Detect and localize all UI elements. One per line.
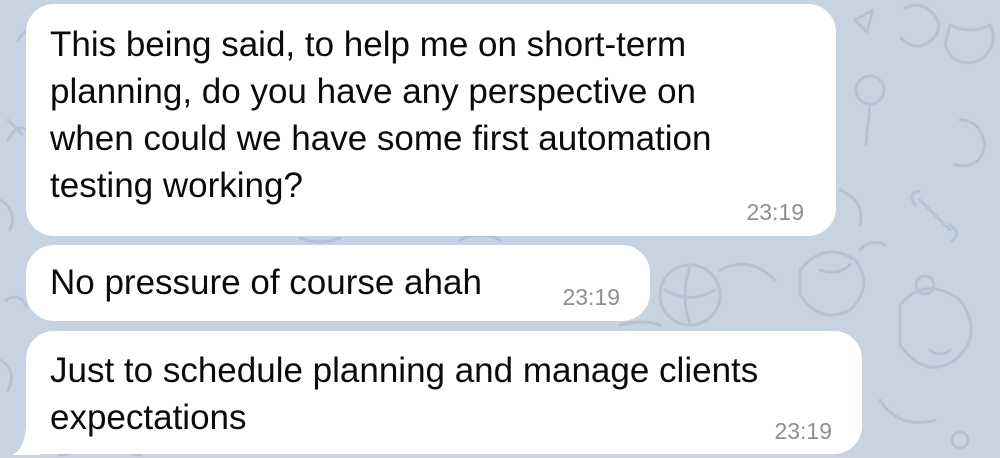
message-text: No pressure of course ahah — [50, 263, 482, 302]
message-bubble[interactable]: No pressure of course ahah 23:19 — [26, 245, 650, 321]
message-timestamp: 23:19 — [746, 199, 804, 225]
message-bubble[interactable]: Just to schedule planning and manage cli… — [26, 331, 862, 454]
message-timestamp: 23:19 — [774, 418, 832, 444]
message-text: Just to schedule planning and manage cli… — [50, 351, 759, 437]
message-bubble[interactable]: This being said, to help me on short-ter… — [26, 4, 836, 236]
message-text: This being said, to help me on short-ter… — [50, 25, 712, 205]
message-timestamp: 23:19 — [562, 284, 620, 310]
